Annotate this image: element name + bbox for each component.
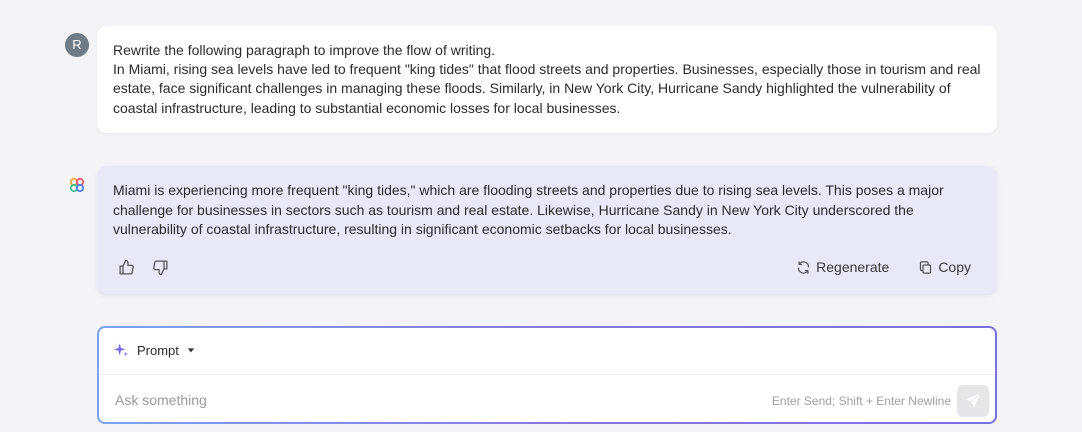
ask-input[interactable] <box>115 390 715 410</box>
send-button[interactable] <box>957 385 989 417</box>
composer-divider <box>99 374 995 375</box>
thumbs-down-icon[interactable] <box>151 258 169 276</box>
sparkle-icon <box>113 343 129 357</box>
regenerate-button[interactable]: Regenerate <box>796 257 889 277</box>
user-message-paragraph: In Miami, rising sea levels have led to … <box>113 61 981 116</box>
regenerate-label: Regenerate <box>816 259 890 275</box>
copy-button[interactable]: Copy <box>918 257 971 277</box>
chat-page: R Rewrite the following paragraph to imp… <box>0 0 1082 432</box>
assistant-message-text: Miami is experiencing more frequent "kin… <box>113 182 944 237</box>
refresh-icon <box>798 260 810 274</box>
prompt-mode-dropdown[interactable]: Prompt <box>113 342 195 358</box>
copy-icon <box>920 260 932 274</box>
assistant-logo <box>69 177 85 193</box>
keyboard-hint: Enter Send; Shift + Enter Newline <box>771 394 951 408</box>
composer: Prompt Enter Send; Shift + Enter Newline <box>97 326 997 424</box>
copy-label: Copy <box>938 259 971 275</box>
send-icon <box>965 393 981 408</box>
caret-down-icon <box>187 348 195 353</box>
user-message-instruction: Rewrite the following paragraph to impro… <box>113 42 496 58</box>
user-avatar: R <box>65 33 89 57</box>
prompt-mode-label: Prompt <box>137 342 179 358</box>
message-actions: Regenerate Copy <box>796 257 971 277</box>
feedback-buttons <box>117 258 169 276</box>
user-message-bubble: Rewrite the following paragraph to impro… <box>97 26 997 133</box>
thumbs-up-icon[interactable] <box>117 258 135 276</box>
